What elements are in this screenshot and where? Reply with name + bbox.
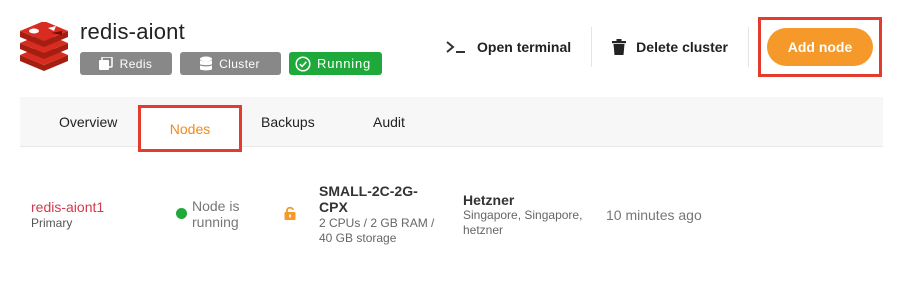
node-plan: SMALL-2C-2G-CPX xyxy=(319,183,418,215)
trash-icon xyxy=(612,39,627,55)
node-provider: Hetzner xyxy=(463,192,515,208)
status-badge: Running xyxy=(289,52,382,75)
delete-cluster-label: Delete cluster xyxy=(636,39,728,55)
open-terminal-button[interactable]: Open terminal xyxy=(425,27,591,67)
tab-backups[interactable]: Backups xyxy=(261,97,315,147)
database-icon xyxy=(200,56,213,70)
tab-overview[interactable]: Overview xyxy=(59,97,117,147)
redis-logo-icon xyxy=(20,22,68,71)
node-created-time: 10 minutes ago xyxy=(606,207,702,223)
tab-bar: Overview Nodes Backups Audit xyxy=(20,97,883,152)
cluster-badges: Redis Cluster Running xyxy=(80,52,382,75)
check-circle-icon xyxy=(295,55,311,72)
node-status: Node is running xyxy=(192,198,240,230)
node-region: Singapore, Singapore, hetzner xyxy=(463,208,583,237)
node-spec: 2 CPUs / 2 GB RAM / 40 GB storage xyxy=(319,216,435,245)
type-badge-label: Cluster xyxy=(219,56,260,71)
add-node-button[interactable]: Add node xyxy=(767,28,873,66)
node-name-link[interactable]: redis-aiont1 xyxy=(31,199,104,215)
engine-badge-label: Redis xyxy=(119,56,153,71)
type-badge: Cluster xyxy=(180,52,281,75)
tab-audit[interactable]: Audit xyxy=(373,97,405,147)
open-terminal-label: Open terminal xyxy=(477,39,572,55)
delete-cluster-button[interactable]: Delete cluster xyxy=(592,27,748,67)
unlock-icon xyxy=(284,206,296,220)
tab-nodes[interactable]: Nodes xyxy=(138,105,242,152)
status-badge-label: Running xyxy=(317,56,372,71)
action-divider xyxy=(748,27,749,67)
add-node-highlight: Add node xyxy=(758,17,882,77)
node-role: Primary xyxy=(31,216,73,230)
terminal-icon xyxy=(446,41,466,53)
header-actions: Open terminal Delete cluster Add node xyxy=(425,16,882,78)
engine-badge: Redis xyxy=(80,52,172,75)
cluster-title: redis-aiont xyxy=(80,19,185,44)
status-dot-icon xyxy=(176,208,187,219)
redis-stack-icon xyxy=(98,56,113,70)
node-row: redis-aiont1 Primary Node is running SMA… xyxy=(20,170,883,260)
